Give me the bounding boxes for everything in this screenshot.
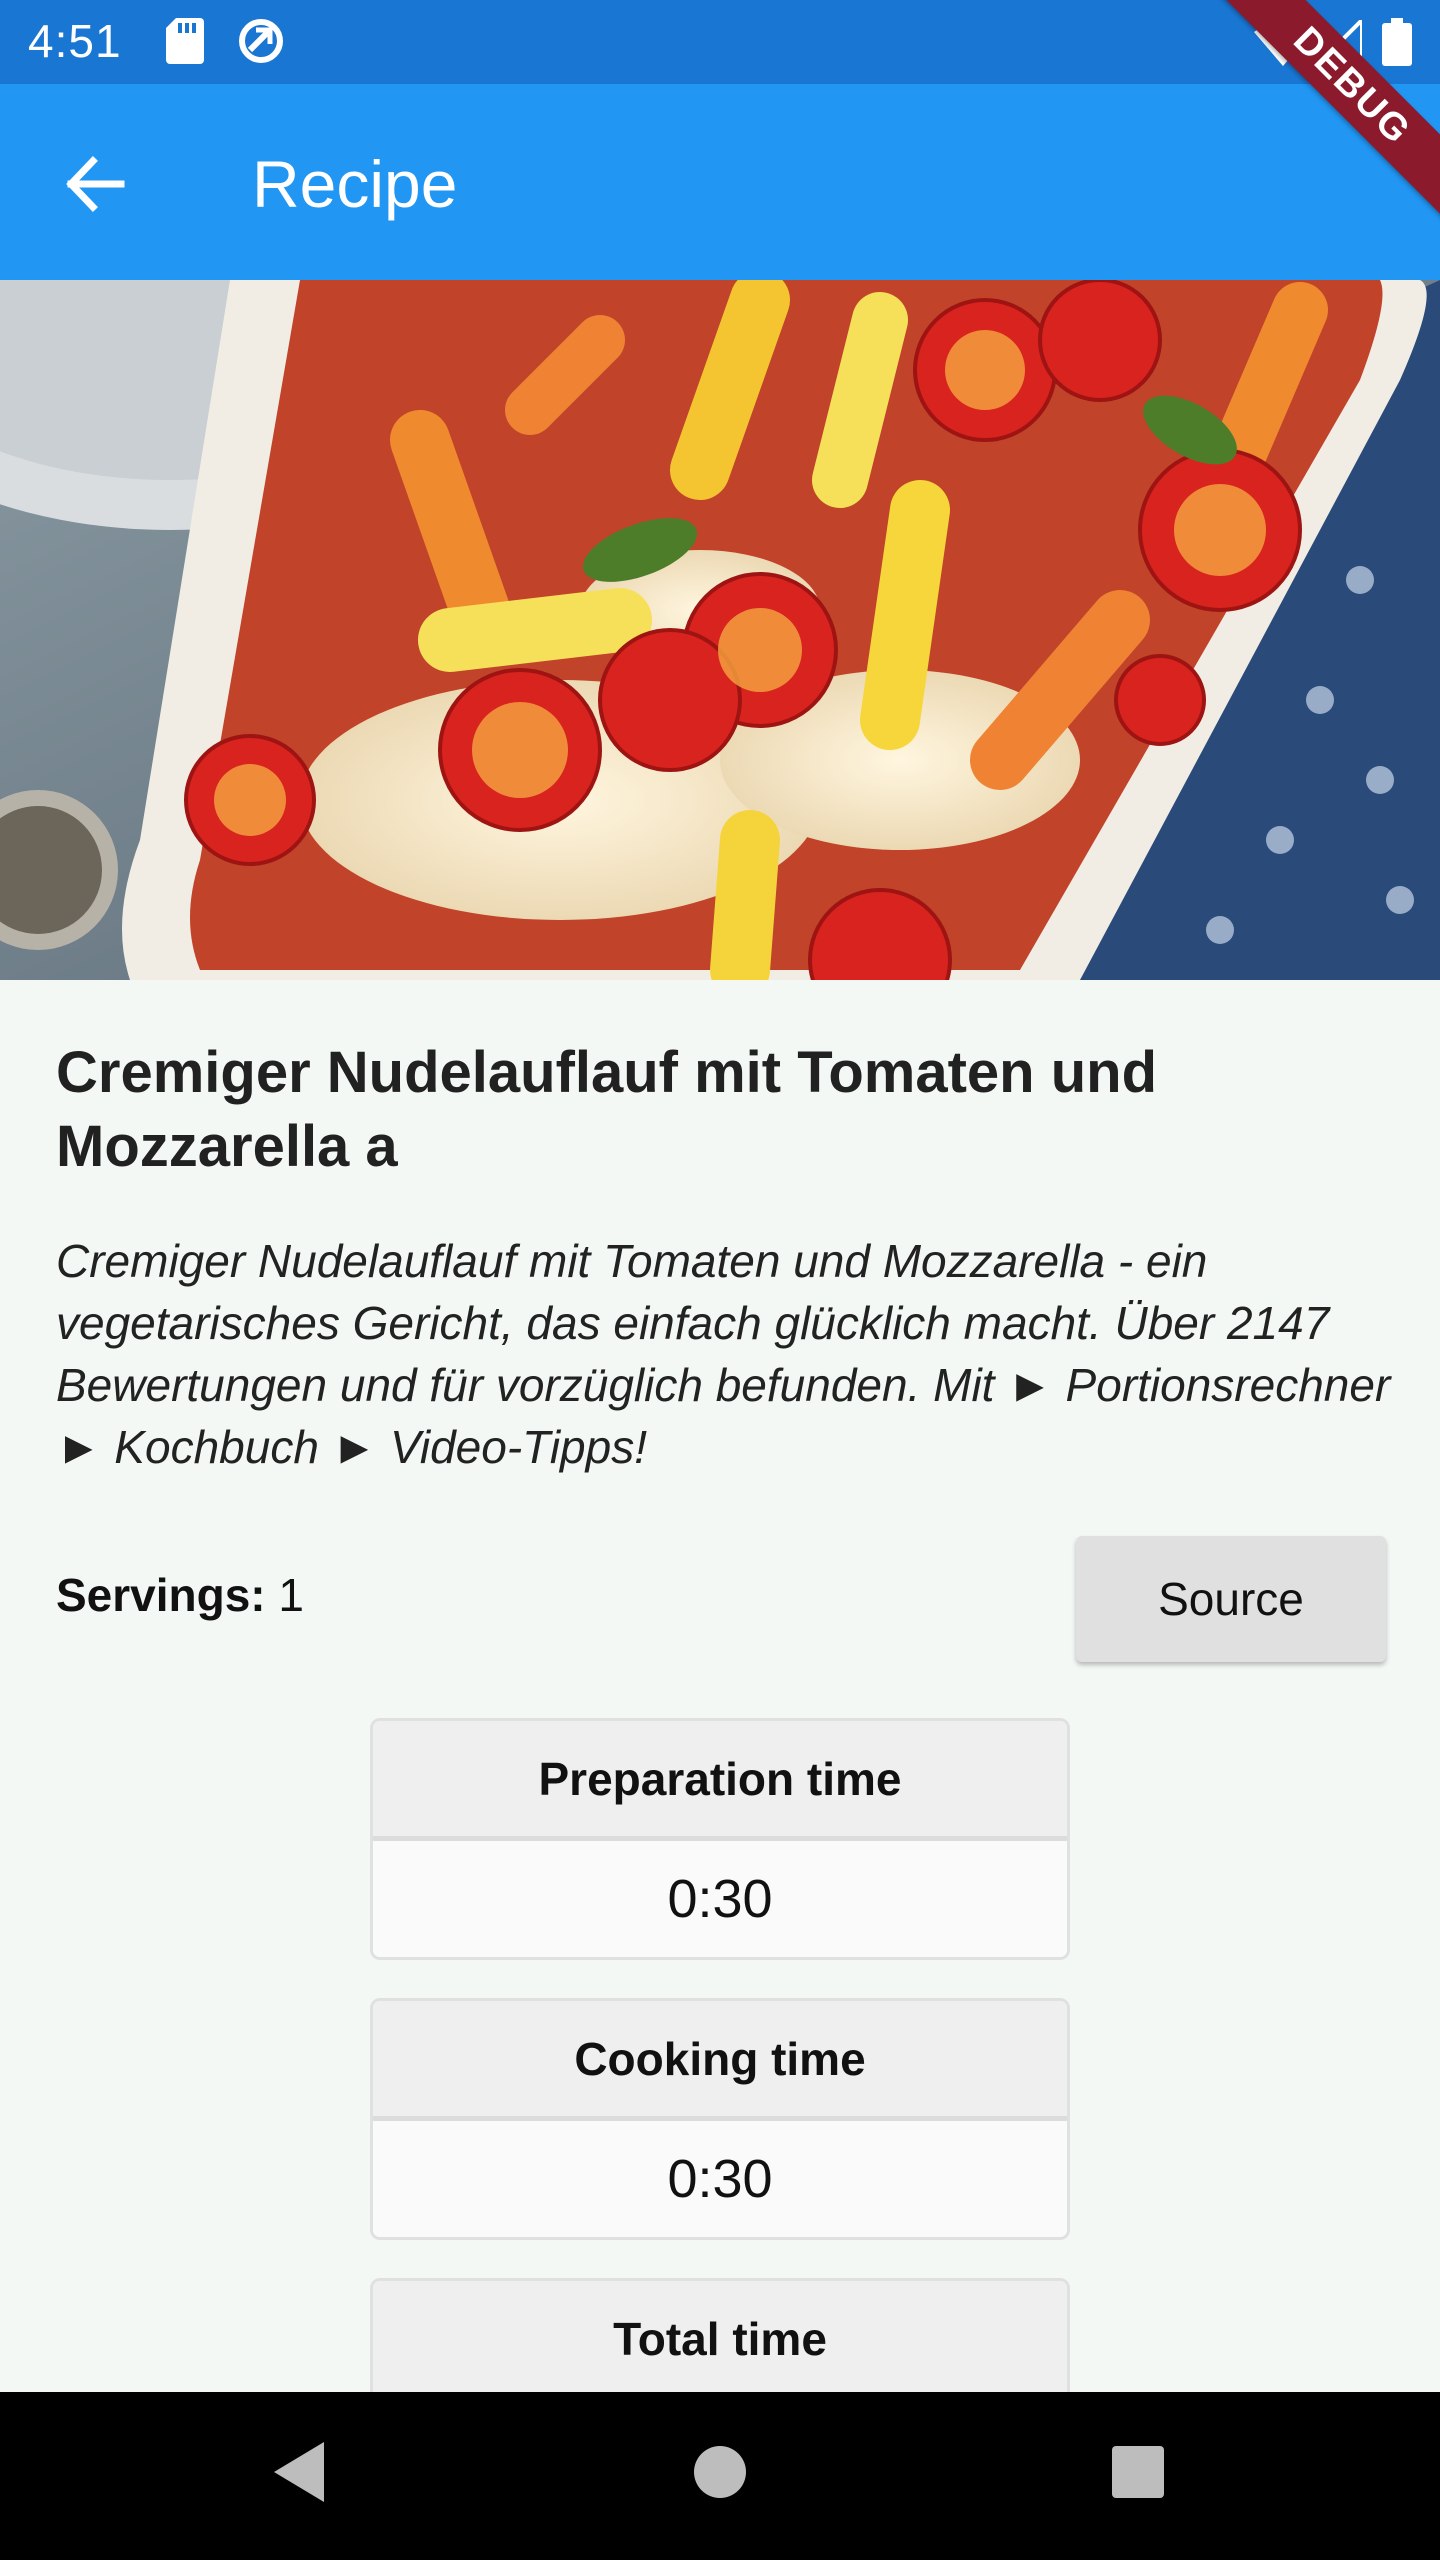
back-button[interactable] <box>52 142 136 226</box>
sd-card-icon <box>166 18 204 64</box>
cooking-time-card: Cooking time 0:30 <box>370 1998 1070 2240</box>
preparation-time-value: 0:30 <box>373 1841 1067 1957</box>
servings: Servings: 1 <box>56 1568 304 1622</box>
recipe-image <box>0 280 1440 980</box>
status-bar: 4:51 <box>0 0 1440 84</box>
servings-label: Servings: <box>56 1569 266 1621</box>
status-time: 4:51 <box>28 15 122 67</box>
cooking-time-value: 0:30 <box>373 2121 1067 2237</box>
servings-value: 1 <box>278 1569 305 1621</box>
sync-icon <box>239 19 283 63</box>
nav-recents-icon[interactable] <box>1108 2438 1168 2506</box>
app-bar-title: Recipe <box>252 147 458 221</box>
app-bar: Recipe <box>0 84 1440 280</box>
nav-home-icon[interactable] <box>690 2438 750 2506</box>
back-arrow-icon <box>66 156 125 212</box>
cooking-time-label: Cooking time <box>373 2001 1067 2121</box>
nav-back-icon[interactable] <box>270 2438 330 2506</box>
total-time-label: Total time <box>373 2281 1067 2401</box>
preparation-time-card: Preparation time 0:30 <box>370 1718 1070 1960</box>
preparation-time-label: Preparation time <box>373 1721 1067 1841</box>
recipe-description: Cremiger Nudelauflauf mit Tomaten und Mo… <box>56 1235 1391 1473</box>
navigation-bar <box>0 2392 1440 2560</box>
battery-icon <box>1382 18 1412 66</box>
source-button[interactable]: Source <box>1076 1536 1386 1662</box>
recipe-title: Cremiger Nudelauflauf mit Tomaten und Mo… <box>56 1040 1158 1179</box>
